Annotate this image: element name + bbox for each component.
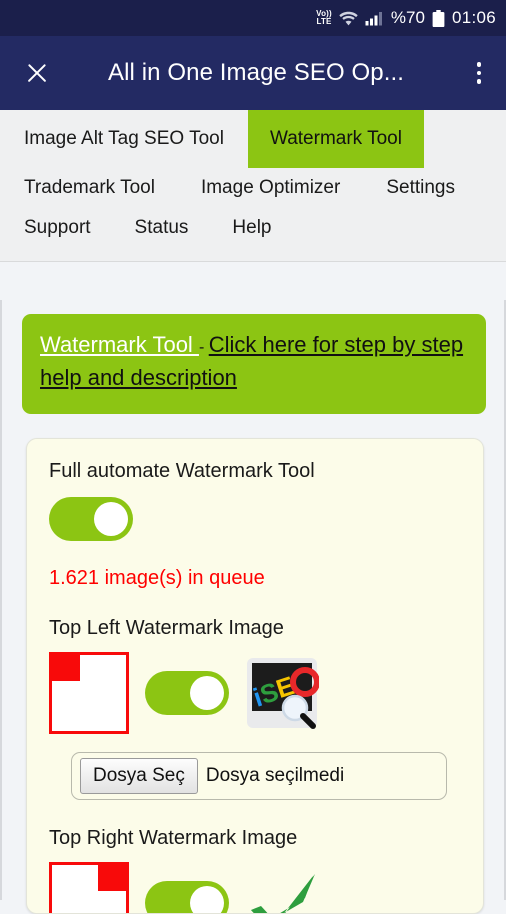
top-left-watermark-label: Top Left Watermark Image	[49, 617, 284, 639]
top-right-watermark-row	[49, 862, 465, 913]
tab-settings[interactable]: Settings	[386, 168, 455, 208]
green-check-thumbnail[interactable]	[245, 866, 319, 913]
toggle-knob	[94, 502, 128, 536]
close-icon[interactable]	[22, 58, 52, 88]
tab-support[interactable]: Support	[24, 208, 91, 251]
top-left-file-input[interactable]: Dosya Seç Dosya seçilmedi	[71, 752, 447, 800]
banner-tool-link[interactable]: Watermark Tool	[40, 332, 199, 357]
kebab-dot	[476, 62, 482, 67]
full-automate-label: Full automate Watermark Tool	[49, 460, 315, 482]
top-right-watermark-label: Top Right Watermark Image	[49, 827, 298, 849]
tab-status[interactable]: Status	[135, 208, 189, 251]
battery-percent-label: %70	[390, 8, 425, 27]
top-left-watermark-row: i S E	[49, 652, 465, 734]
help-banner[interactable]: Watermark Tool - Click here for step by …	[22, 314, 486, 414]
tab-watermark-tool[interactable]: Watermark Tool	[247, 110, 424, 168]
battery-icon	[432, 9, 445, 27]
page-content: Watermark Tool - Click here for step by …	[0, 300, 506, 914]
top-left-watermark-toggle[interactable]	[145, 671, 229, 715]
page-title: All in One Image SEO Op...	[107, 59, 405, 86]
phone-screen: Vo)) LTE %70 01:06 All in One Image SEO …	[0, 0, 506, 914]
selected-file-name: Dosya seçilmedi	[205, 765, 345, 786]
tab-help[interactable]: Help	[232, 208, 271, 251]
signal-bars-icon	[365, 11, 384, 26]
tab-trademark-tool[interactable]: Trademark Tool	[24, 168, 155, 208]
clock-label: 01:06	[451, 8, 496, 27]
status-bar: Vo)) LTE %70 01:06	[0, 0, 506, 36]
toggle-knob	[190, 886, 224, 913]
top-right-watermark-toggle[interactable]	[145, 881, 229, 913]
toggle-knob	[190, 676, 224, 710]
kebab-dot	[476, 79, 482, 84]
tab-image-optimizer[interactable]: Image Optimizer	[201, 168, 340, 208]
choose-file-button[interactable]: Dosya Seç	[80, 758, 198, 794]
tab-image-alt-tag-seo-tool[interactable]: Image Alt Tag SEO Tool	[0, 110, 248, 168]
app-bar: All in One Image SEO Op...	[0, 36, 506, 110]
wifi-icon	[339, 11, 358, 26]
position-marker	[98, 865, 126, 891]
kebab-menu-icon[interactable]	[466, 58, 492, 88]
volte-icon: Vo)) LTE	[316, 10, 332, 26]
banner-separator: -	[198, 339, 209, 356]
volte-bottom-label: LTE	[316, 17, 332, 26]
position-marker	[52, 655, 80, 681]
full-automate-toggle[interactable]	[49, 497, 133, 541]
top-right-position-indicator	[49, 862, 129, 913]
kebab-dot	[476, 70, 482, 76]
nav-tabs: Image Alt Tag SEO Tool Watermark Tool Tr…	[0, 110, 506, 262]
full-automate-toggle-row	[49, 497, 465, 541]
nav-row-2: Trademark Tool Image Optimizer Settings	[0, 168, 506, 208]
card-inner: Full automate Watermark Tool 1.621 image…	[27, 459, 483, 913]
watermark-settings-card: Full automate Watermark Tool 1.621 image…	[26, 438, 484, 914]
nav-row-1: Image Alt Tag SEO Tool Watermark Tool	[0, 110, 506, 168]
top-left-position-indicator	[49, 652, 129, 734]
nav-row-3: Support Status Help	[0, 208, 506, 251]
iseo-logo-thumbnail[interactable]: i S E	[245, 656, 319, 730]
queue-status-text: 1.621 image(s) in queue	[49, 567, 265, 589]
